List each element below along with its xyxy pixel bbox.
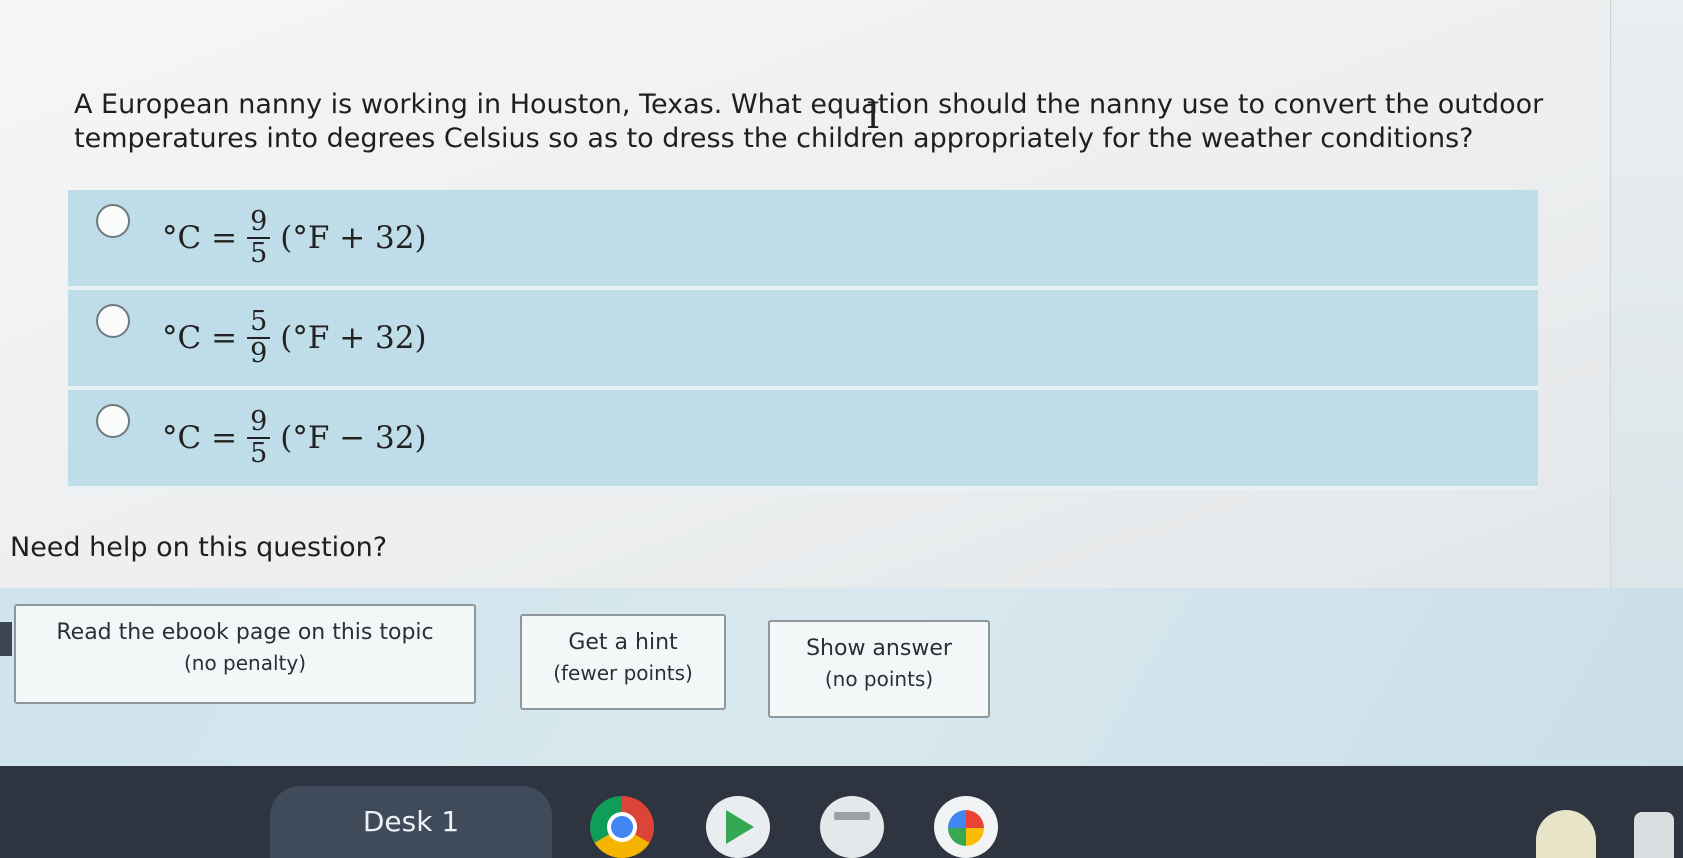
status-tray-icon[interactable]	[1634, 812, 1674, 858]
fraction-numerator: 9	[247, 207, 271, 239]
ebook-button-label: Read the ebook page on this topic	[56, 620, 434, 645]
fraction-denominator: 9	[250, 338, 268, 369]
formula-rhs: (°F + 32)	[280, 320, 427, 356]
answer-option-3[interactable]: °C = 9 5 (°F − 32)	[68, 390, 1538, 490]
formula-lhs: °C =	[162, 320, 238, 356]
formula: °C = 9 5 (°F + 32)	[162, 202, 427, 274]
radio-button[interactable]	[96, 404, 130, 438]
answer-option-1[interactable]: °C = 9 5 (°F + 32)	[68, 190, 1538, 290]
fraction-denominator: 5	[250, 238, 268, 269]
fraction: 5 9	[247, 307, 271, 369]
ebook-icon	[0, 622, 12, 656]
photos-icon[interactable]	[934, 796, 998, 858]
answer-option-2[interactable]: °C = 5 9 (°F + 32)	[68, 290, 1538, 390]
fraction-numerator: 9	[247, 407, 271, 439]
formula-lhs: °C =	[162, 420, 238, 456]
desk-switcher[interactable]: Desk 1	[270, 786, 552, 858]
formula-rhs: (°F + 32)	[280, 220, 427, 256]
hint-button-label: Get a hint	[568, 630, 678, 655]
formula: °C = 9 5 (°F − 32)	[162, 402, 427, 474]
fraction-denominator: 5	[250, 438, 268, 469]
show-answer-button-sub: (no points)	[824, 667, 934, 691]
fraction-numerator: 5	[247, 307, 271, 339]
fraction: 9 5	[247, 207, 271, 269]
chrome-icon[interactable]	[590, 796, 654, 858]
files-icon[interactable]	[820, 796, 884, 858]
question-text: A European nanny is working in Houston, …	[74, 89, 1544, 154]
fraction: 9 5	[247, 407, 271, 469]
show-answer-button-label: Show answer	[806, 636, 952, 661]
ebook-button[interactable]: Read the ebook page on this topic (no pe…	[14, 604, 476, 704]
radio-button[interactable]	[96, 204, 130, 238]
help-heading: Need help on this question?	[10, 532, 388, 563]
text-cursor-icon: I	[866, 96, 881, 137]
radio-button[interactable]	[96, 304, 130, 338]
hint-button-sub: (fewer points)	[553, 661, 693, 685]
play-store-icon[interactable]	[706, 796, 770, 858]
formula-rhs: (°F − 32)	[280, 420, 427, 456]
hint-button[interactable]: Get a hint (fewer points)	[520, 614, 726, 710]
show-answer-button[interactable]: Show answer (no points)	[768, 620, 990, 718]
formula-lhs: °C =	[162, 220, 238, 256]
formula: °C = 5 9 (°F + 32)	[162, 302, 427, 374]
ebook-button-sub: (no penalty)	[183, 651, 307, 675]
